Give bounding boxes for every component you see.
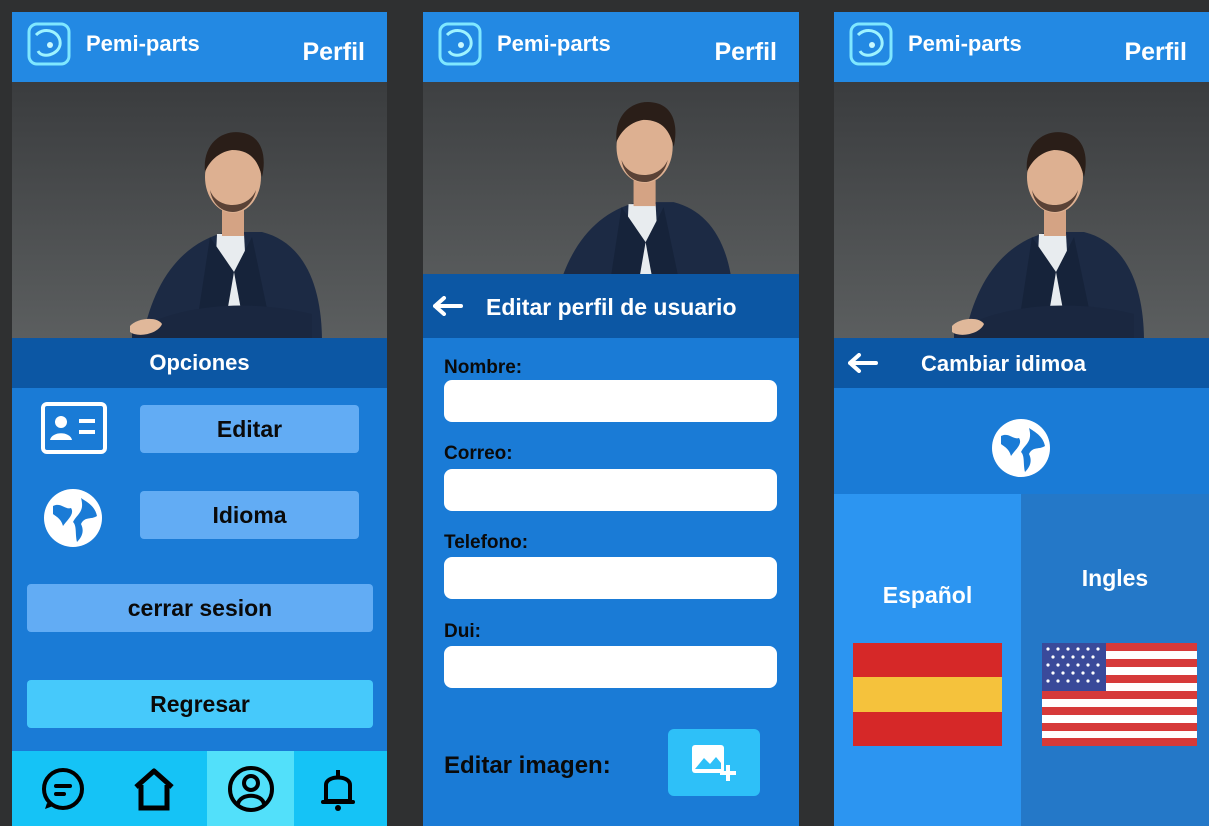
profile-photo: [12, 82, 387, 338]
language-option-spanish[interactable]: Español: [834, 494, 1021, 826]
arrow-left-icon[interactable]: [848, 353, 878, 373]
page-title: Perfil: [714, 38, 777, 66]
english-label: Ingles: [1081, 565, 1149, 591]
app-bar: Pemi-parts Perfil: [423, 12, 799, 82]
add-image-icon: [692, 745, 736, 781]
language-button[interactable]: Idioma: [140, 491, 359, 539]
phone-field[interactable]: [444, 557, 777, 599]
section-title: Editar perfil de usuario: [486, 294, 737, 320]
app-bar: Pemi-parts Perfil: [12, 12, 387, 82]
usa-flag: [1042, 643, 1197, 746]
app-logo-icon: [849, 22, 893, 66]
spanish-label: Español: [882, 582, 973, 608]
brand-name: Pemi-parts: [86, 31, 200, 56]
logout-button[interactable]: cerrar sesion: [27, 584, 373, 632]
dui-label: Dui:: [444, 621, 481, 642]
language-screen: Pemi-parts Perfil Cambiar idimoa Español…: [834, 12, 1209, 826]
profile-icon: [227, 765, 274, 812]
app-logo-icon: [27, 22, 71, 66]
name-field[interactable]: [444, 380, 777, 422]
globe-icon: [44, 489, 102, 547]
section-header: Editar perfil de usuario: [423, 274, 799, 338]
dui-field[interactable]: [444, 646, 777, 688]
bell-icon: [320, 769, 355, 811]
bottom-nav: [12, 751, 387, 826]
globe-icon: [992, 419, 1050, 477]
name-label: Nombre:: [444, 357, 523, 378]
chat-icon: [41, 767, 84, 810]
language-option-english[interactable]: Ingles: [1021, 494, 1209, 826]
edit-image-button[interactable]: [668, 729, 760, 796]
nav-home[interactable]: [110, 751, 197, 826]
app-logo-icon: [438, 22, 482, 66]
id-card-icon: [41, 402, 107, 454]
edit-button[interactable]: Editar: [140, 405, 359, 453]
section-header: Cambiar idimoa: [834, 338, 1209, 388]
nav-chat[interactable]: [19, 751, 106, 826]
brand-name: Pemi-parts: [908, 31, 1022, 56]
edit-image-label: Editar imagen:: [444, 752, 611, 779]
profile-photo: [834, 82, 1209, 338]
spain-flag: [853, 643, 1002, 746]
email-label: Correo:: [444, 443, 513, 464]
nav-profile[interactable]: [207, 751, 294, 826]
nav-notifications[interactable]: [294, 751, 381, 826]
page-title: Perfil: [302, 38, 365, 66]
section-title: Cambiar idimoa: [921, 351, 1087, 376]
home-icon: [133, 768, 174, 810]
page-title: Perfil: [1124, 38, 1187, 66]
app-bar: Pemi-parts Perfil: [834, 12, 1209, 82]
edit-profile-screen: Pemi-parts Perfil Editar perfil de usuar…: [423, 12, 799, 826]
section-title: Opciones: [12, 338, 387, 388]
email-field[interactable]: [444, 469, 777, 511]
options-screen: Pemi-parts Perfil Opciones Editar Idioma…: [12, 12, 387, 826]
back-button[interactable]: Regresar: [27, 680, 373, 728]
brand-name: Pemi-parts: [497, 31, 611, 56]
phone-label: Telefono:: [444, 532, 529, 553]
profile-photo: [423, 82, 799, 274]
arrow-left-icon[interactable]: [433, 296, 463, 316]
